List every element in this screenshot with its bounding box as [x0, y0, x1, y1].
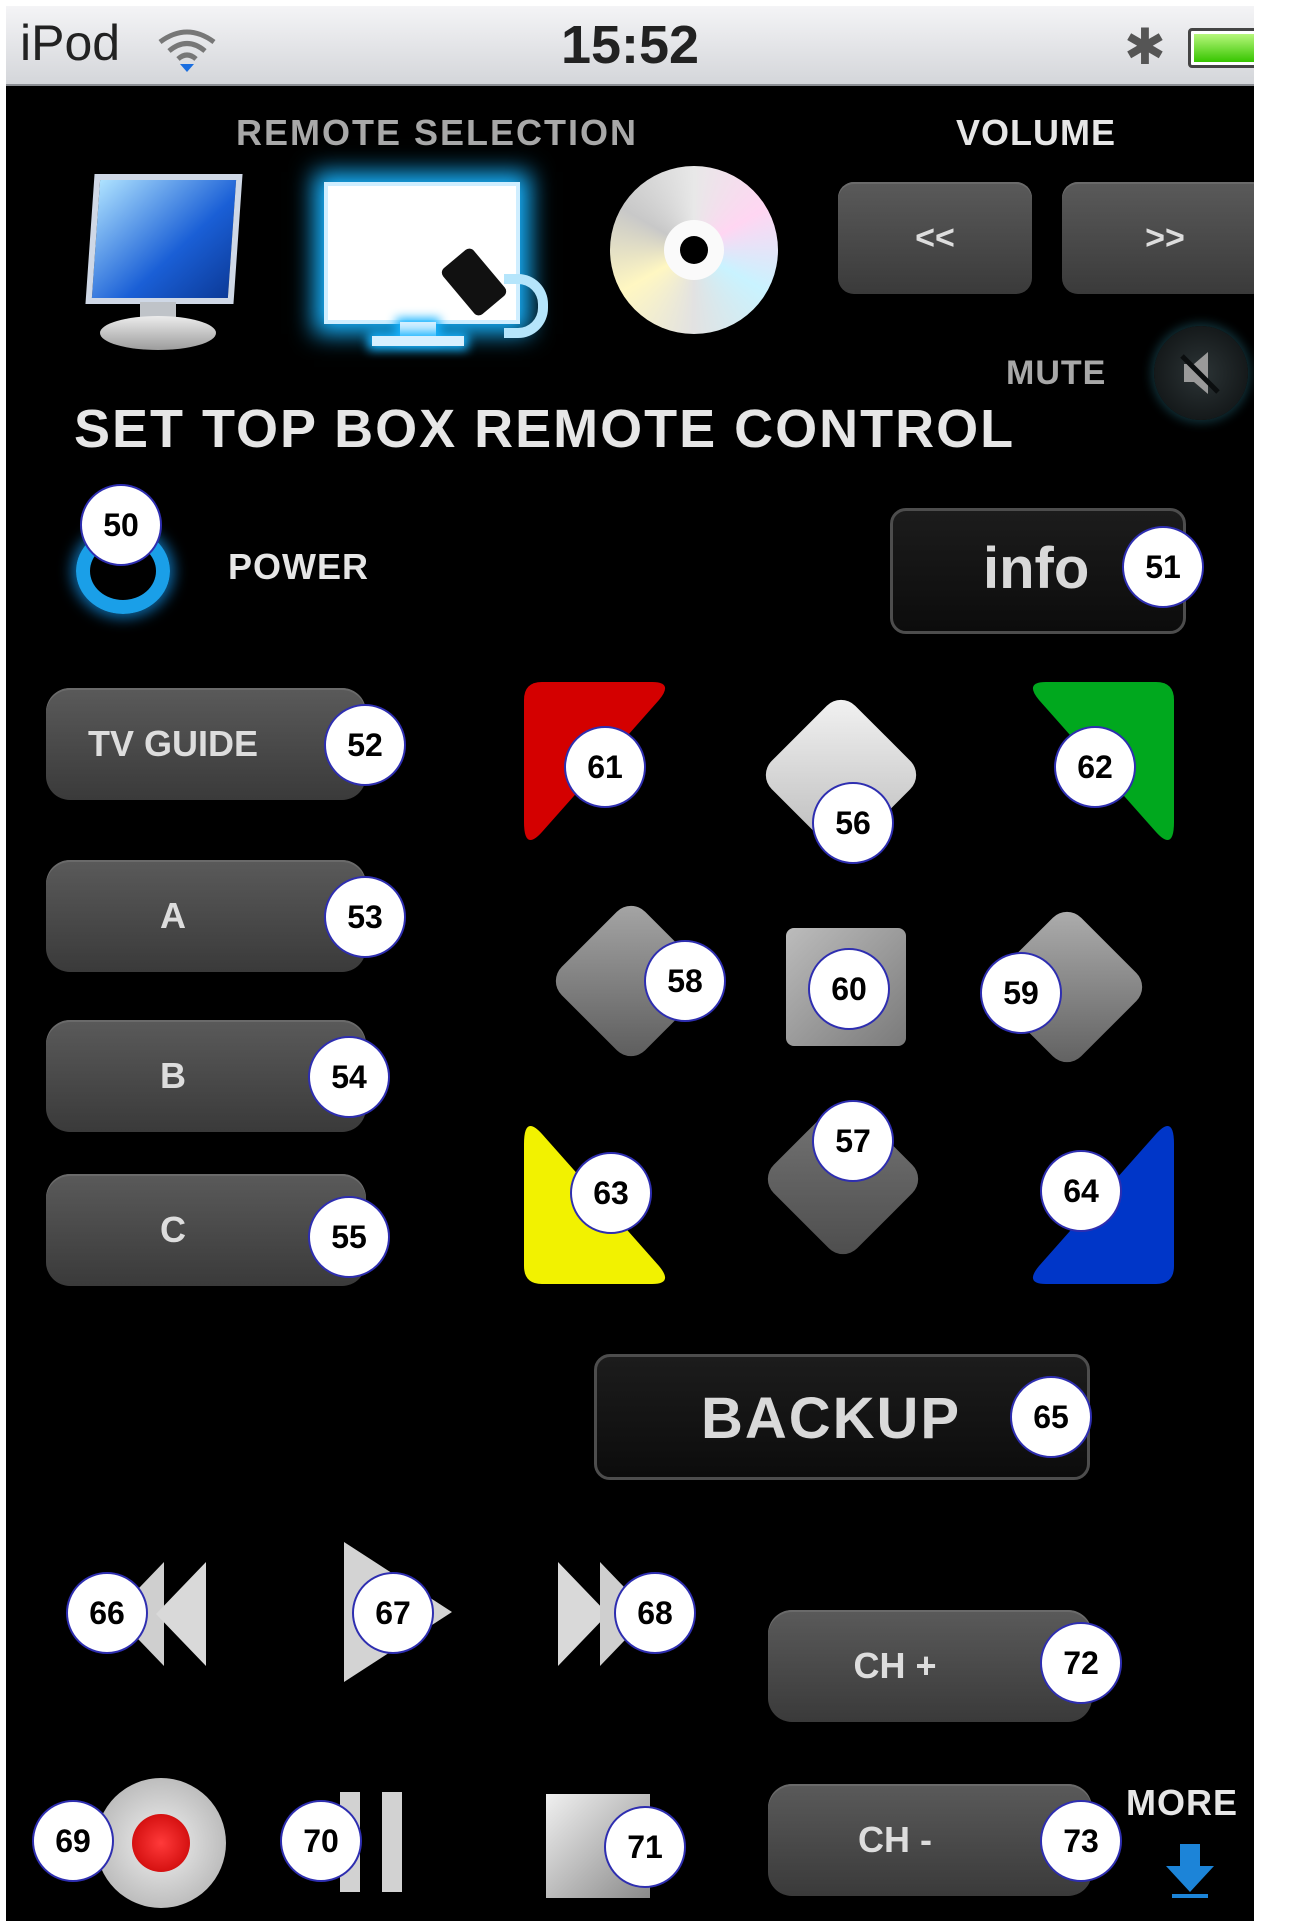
- marker-65: 65: [1010, 1376, 1092, 1458]
- marker-54: 54: [308, 1036, 390, 1118]
- volume-down-button[interactable]: <<: [838, 182, 1032, 294]
- marker-59: 59: [980, 952, 1062, 1034]
- mute-button[interactable]: [1154, 326, 1248, 420]
- set-top-box-remote-icon[interactable]: [324, 182, 552, 352]
- more-label: MORE: [1126, 1782, 1238, 1823]
- marker-55: 55: [308, 1196, 390, 1278]
- marker-73: 73: [1040, 1800, 1122, 1882]
- a-label: A: [160, 895, 186, 936]
- computer-remote-icon[interactable]: [78, 174, 243, 354]
- marker-67: 67: [352, 1572, 434, 1654]
- clock: 15:52: [560, 15, 700, 75]
- volume-label: VOLUME: [956, 112, 1117, 153]
- marker-60: 60: [808, 948, 890, 1030]
- c-label: C: [160, 1209, 186, 1250]
- page-title: SET TOP BOX REMOTE CONTROL: [74, 399, 1016, 459]
- a-button[interactable]: A: [46, 860, 366, 972]
- tv-guide-button[interactable]: TV GUIDE: [46, 688, 366, 800]
- marker-62: 62: [1054, 726, 1136, 808]
- bluetooth-icon: ✱: [1124, 19, 1166, 75]
- marker-68: 68: [614, 1572, 696, 1654]
- down-arrow-icon[interactable]: [1164, 1844, 1216, 1900]
- record-button[interactable]: [96, 1778, 226, 1908]
- tv-guide-label: TV GUIDE: [87, 723, 258, 764]
- dvd-remote-icon[interactable]: [610, 166, 778, 334]
- marker-50: 50: [80, 484, 162, 566]
- marker-66: 66: [66, 1572, 148, 1654]
- speaker-muted-icon: [1180, 352, 1220, 394]
- marker-69: 69: [32, 1800, 114, 1882]
- battery-icon: [1188, 28, 1254, 68]
- status-bar: iPod 15:52 ✱: [6, 6, 1254, 86]
- volume-up-button[interactable]: >>: [1062, 182, 1254, 294]
- backup-label: BACKUP: [701, 1386, 962, 1451]
- marker-72: 72: [1040, 1622, 1122, 1704]
- channel-down-label: CH -: [858, 1819, 932, 1860]
- channel-up-label: CH +: [853, 1645, 937, 1686]
- marker-57: 57: [812, 1100, 894, 1182]
- marker-58: 58: [644, 940, 726, 1022]
- marker-70: 70: [280, 1800, 362, 1882]
- marker-61: 61: [564, 726, 646, 808]
- marker-51: 51: [1122, 526, 1204, 608]
- marker-52: 52: [324, 704, 406, 786]
- power-label: POWER: [228, 546, 370, 587]
- marker-56: 56: [812, 782, 894, 864]
- remote-screen: iPod 15:52 ✱ REMOTE SELECTION VOLUME << …: [6, 6, 1254, 1921]
- remote-selection-label: REMOTE SELECTION: [236, 112, 639, 153]
- info-label: info: [983, 536, 1090, 601]
- b-label: B: [160, 1055, 186, 1096]
- marker-71: 71: [604, 1806, 686, 1888]
- mute-label: MUTE: [1006, 354, 1107, 392]
- marker-64: 64: [1040, 1150, 1122, 1232]
- marker-63: 63: [570, 1152, 652, 1234]
- marker-53: 53: [324, 876, 406, 958]
